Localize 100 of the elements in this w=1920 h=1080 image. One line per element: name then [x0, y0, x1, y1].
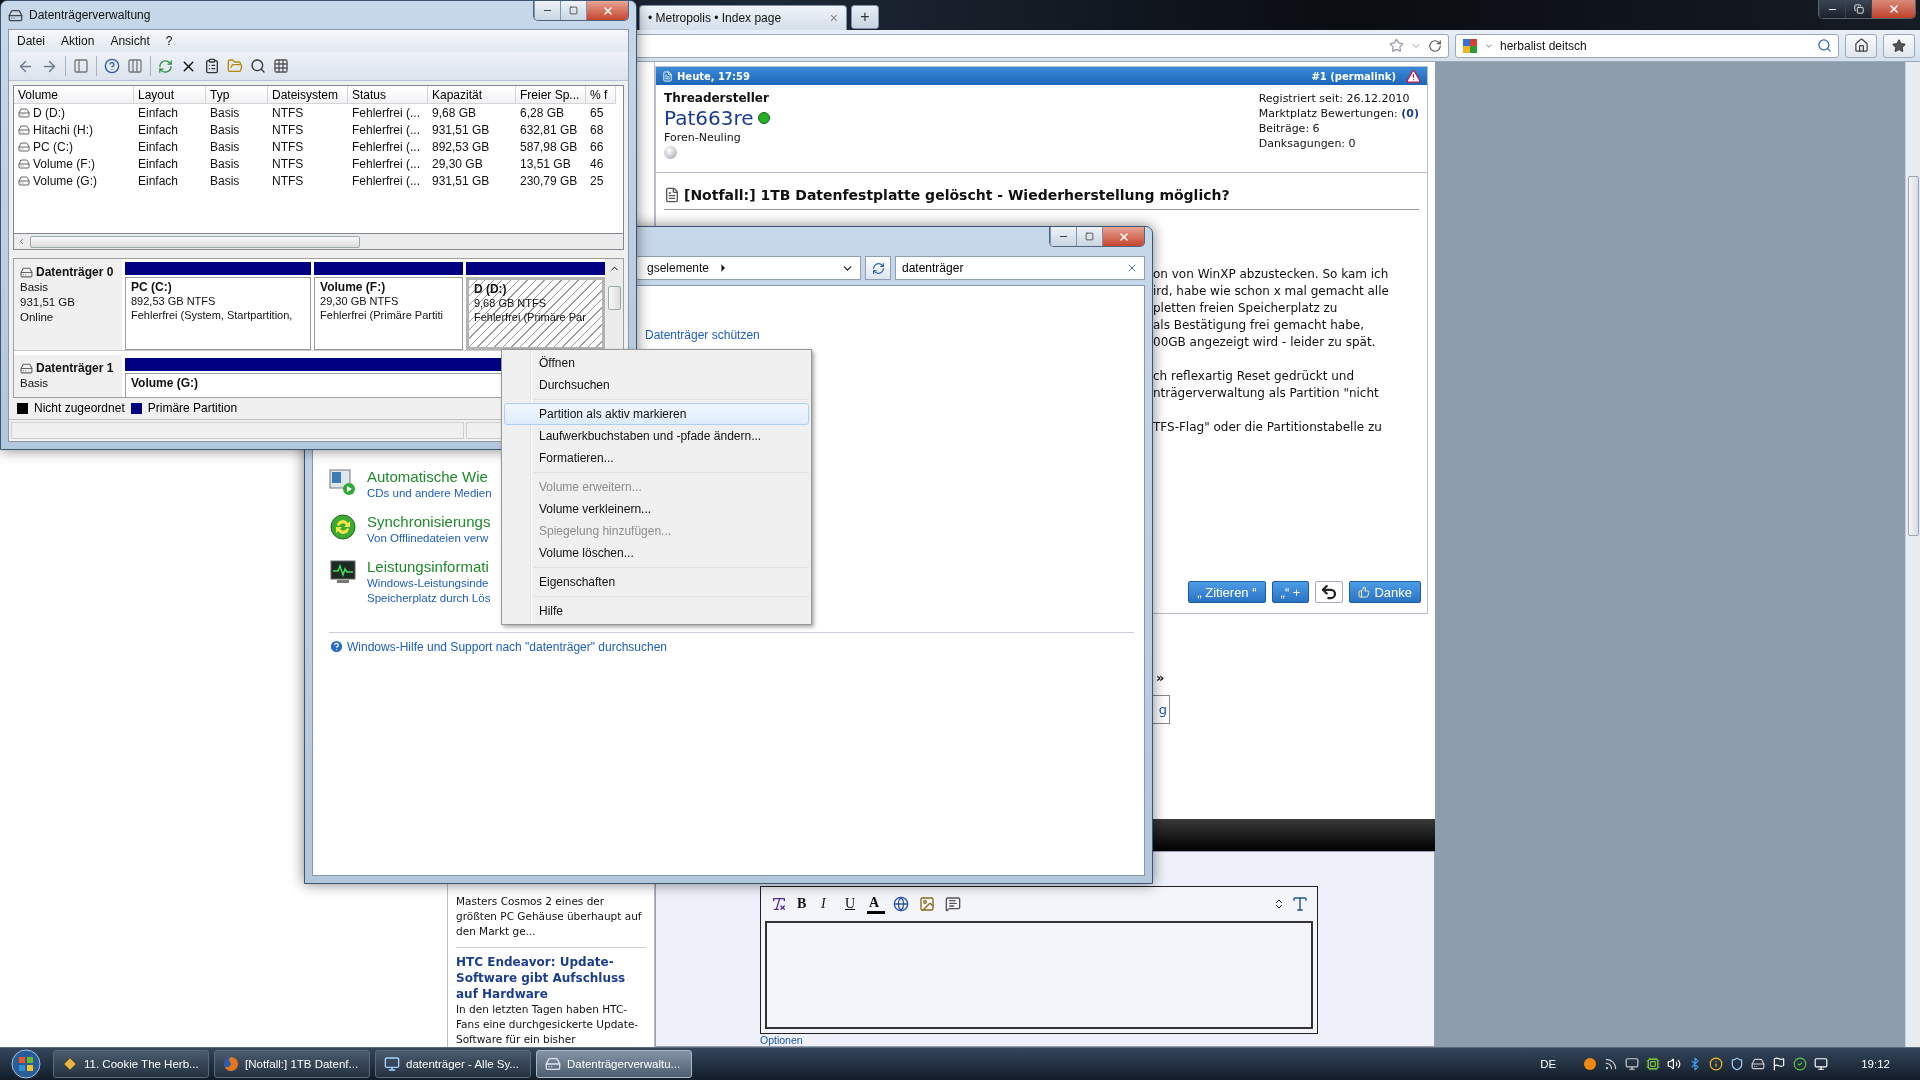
refresh-icon[interactable] — [158, 58, 173, 74]
category-title-link[interactable]: Automatische Wie — [367, 468, 492, 486]
minimize-button[interactable] — [1050, 227, 1076, 246]
task-link[interactable]: CDs und andere Medien — [367, 486, 492, 501]
underline-button[interactable]: U — [843, 894, 861, 914]
bookmarks-button[interactable] — [1883, 33, 1915, 58]
column-header[interactable]: Freier Sp... — [516, 86, 586, 105]
message-input[interactable] — [765, 921, 1313, 1029]
column-header[interactable]: Layout — [134, 86, 206, 105]
action-pane-icon[interactable] — [127, 58, 143, 75]
menu-item[interactable]: Partition als aktiv markieren — [504, 403, 809, 425]
console-tree-icon[interactable] — [73, 58, 89, 75]
column-header[interactable]: % f — [586, 86, 616, 105]
permalink[interactable]: #1 (permalink) — [1311, 70, 1396, 82]
grid-icon[interactable] — [273, 58, 289, 75]
tray-app-icon[interactable] — [1583, 1057, 1598, 1071]
folder-icon[interactable] — [227, 58, 243, 75]
taskbar-button[interactable]: datenträger - Alle Sy... — [375, 1050, 531, 1078]
taskbar-button[interactable]: [Notfall:] 1TB Datenf... — [214, 1050, 370, 1078]
task-link[interactable]: Windows-Leistungsinde — [367, 576, 491, 591]
partition-block[interactable]: PC (C:) 892,53 GB NTFS Fehlerfrei (System, Startpartition, — [125, 277, 312, 351]
properties-icon[interactable] — [204, 58, 220, 75]
restore-button[interactable] — [1845, 0, 1871, 18]
bold-button[interactable]: B — [795, 894, 813, 914]
task-link[interactable]: Von Offlinedateien verw — [367, 531, 491, 546]
column-header[interactable]: Kapazität — [428, 86, 516, 105]
search-field[interactable]: herbalist deitsch — [1455, 33, 1839, 58]
monitor-icon[interactable] — [1625, 1057, 1640, 1071]
info-icon[interactable] — [1709, 1057, 1724, 1071]
reload-icon[interactable] — [1428, 38, 1442, 53]
shield-icon[interactable] — [1730, 1057, 1745, 1071]
close-button[interactable] — [586, 1, 628, 20]
menu-item[interactable]: Ansicht — [110, 33, 150, 48]
menu-item[interactable]: Laufwerkbuchstaben und -pfade ändern... — [504, 425, 809, 447]
maximize-button[interactable] — [1076, 227, 1102, 246]
close-button[interactable] — [1102, 227, 1144, 246]
reply-button[interactable] — [1315, 581, 1344, 603]
next-link[interactable]: » — [1150, 670, 1165, 685]
document-icon — [664, 187, 680, 203]
menu-item[interactable]: Volume löschen... — [504, 542, 809, 564]
menu-item[interactable]: Volume verkleinern... — [504, 498, 809, 520]
taskbar-button[interactable]: 11. Cookie The Herb... — [53, 1050, 209, 1078]
category-title-link[interactable]: Synchronisierungs — [367, 513, 491, 531]
disk-name: Datenträger 0 — [36, 265, 114, 281]
column-header[interactable]: Typ — [206, 86, 268, 105]
clear-icon[interactable] — [1126, 262, 1138, 274]
menu-item[interactable]: Eigenschaften — [504, 571, 809, 593]
search-icon[interactable] — [250, 58, 266, 75]
options-link[interactable]: Optionen — [760, 1035, 803, 1046]
scroll-thumb[interactable] — [607, 286, 621, 311]
network-icon[interactable] — [1814, 1057, 1829, 1071]
maximize-button[interactable] — [560, 1, 586, 20]
search-field[interactable]: datenträger — [895, 256, 1145, 280]
new-tab-button[interactable]: + — [851, 5, 879, 29]
column-header[interactable]: Status — [348, 86, 428, 105]
home-button[interactable] — [1845, 33, 1877, 58]
italic-button[interactable]: I — [819, 894, 837, 914]
check-icon[interactable] — [1793, 1057, 1808, 1071]
image-button[interactable] — [917, 894, 937, 914]
menu-item[interactable]: ? — [165, 33, 173, 48]
minimize-button[interactable] — [534, 1, 560, 20]
search-icon[interactable] — [1817, 38, 1832, 53]
username-link[interactable]: Pat663re — [664, 105, 754, 131]
task-link[interactable]: Datenträger schützen — [645, 328, 1134, 342]
language-indicator[interactable]: DE — [1540, 1058, 1557, 1070]
refresh-button[interactable] — [865, 256, 891, 280]
quote-button[interactable] — [943, 894, 963, 914]
menu-item[interactable]: Öffnen — [504, 352, 809, 374]
drive-icon[interactable] — [1751, 1057, 1766, 1071]
thanks-button[interactable]: Danke — [1349, 581, 1421, 603]
switch-mode-icon[interactable] — [1291, 895, 1309, 913]
flag-icon[interactable] — [1772, 1057, 1787, 1071]
column-header[interactable]: Volume — [14, 86, 134, 105]
task-link[interactable]: Speicherplatz durch Lös — [367, 591, 491, 606]
column-header[interactable]: Dateisystem — [268, 86, 348, 105]
scroll-thumb[interactable] — [1907, 176, 1919, 536]
browser-tab[interactable]: • Metropolis • Index page × — [639, 5, 847, 30]
text-color-button[interactable]: A — [867, 894, 885, 914]
multiquote-button[interactable]: „“ + — [1271, 581, 1310, 603]
volume-icon[interactable] — [1667, 1057, 1682, 1071]
bookmark-star-icon[interactable] — [1389, 38, 1404, 53]
article-title-link[interactable]: HTC Endeavor: Update-Software gibt Aufschluss auf Hardware — [456, 954, 646, 1002]
help-search-link[interactable]: Windows-Hilfe und Support nach "datenträger" durchsuchen — [347, 639, 668, 654]
menu-item[interactable]: Datei — [17, 33, 45, 48]
resize-icon[interactable] — [1273, 898, 1285, 910]
close-button[interactable] — [1871, 0, 1915, 18]
quote-button[interactable]: „ Zitieren “ — [1188, 581, 1266, 603]
menu-item[interactable]: Aktion — [61, 33, 95, 48]
link-button[interactable] — [891, 894, 911, 914]
scroll-thumb[interactable] — [30, 235, 360, 248]
help-icon[interactable] — [104, 58, 120, 75]
category-title-link[interactable]: Leistungsinformati — [367, 558, 491, 576]
menu-item[interactable]: Formatieren... — [504, 447, 809, 469]
menu-item[interactable]: Hilfe — [504, 600, 809, 622]
rss-icon[interactable] — [1604, 1057, 1619, 1071]
partition-block[interactable]: D (D:) 9,68 GB NTFS Fehlerfrei (Primäre Par — [465, 277, 605, 351]
chip-icon[interactable] — [1646, 1057, 1661, 1071]
taskbar-button[interactable]: Datenträgerverwaltu... — [536, 1050, 692, 1078]
partition-block[interactable]: Volume (F:) 29,30 GB NTFS Fehlerfrei (Primäre Partiti — [314, 277, 463, 351]
warning-icon[interactable] — [1406, 68, 1421, 84]
